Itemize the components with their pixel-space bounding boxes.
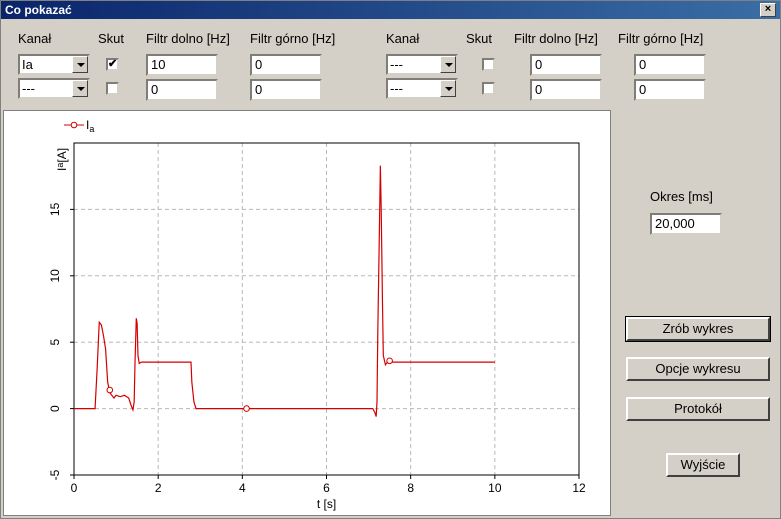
right-channel-value-2: --- [390,81,403,96]
left-channel-select-2[interactable]: --- [18,78,90,99]
period-label: Okres [ms] [650,189,713,204]
right-channel-select-1[interactable]: --- [386,54,458,75]
chart-svg: 0 2 4 6 8 10 12 -5 0 5 10 15 Ia Ia[A] t [s] [48,118,586,511]
y-tick-label: 5 [48,339,62,346]
protocol-button[interactable]: Protokół [626,397,770,421]
right-lowpass-input-2[interactable]: 0 [530,79,602,101]
dropdown-arrow-icon[interactable] [440,80,456,97]
y-tick-label: 15 [48,202,62,216]
make-chart-button[interactable]: Zrób wykres [625,316,771,342]
right-highpass-header: Filtr górno [Hz] [618,31,704,46]
legend-label: Ia [86,118,94,134]
right-skut-checkbox-2[interactable] [482,82,495,95]
series-marker [386,357,393,365]
right-lowpass-input-1[interactable]: 0 [530,54,602,76]
y-axis-label: Ia[A] [55,148,69,171]
period-input[interactable]: 20,000 [650,213,722,235]
left-highpass-header: Filtr górno [Hz] [250,31,336,46]
left-lowpass-input-2[interactable]: 0 [146,79,218,101]
right-channel-select-2[interactable]: --- [386,78,458,99]
left-channel-header: Kanał [18,31,52,46]
chart-panel: 0 2 4 6 8 10 12 -5 0 5 10 15 Ia Ia[A] t [s] [3,110,611,516]
dialog-window: Co pokazać × Kanał Skut Filtr dolno [Hz]… [0,0,781,519]
title-bar[interactable]: Co pokazać × [1,1,780,19]
x-tick-label: 10 [488,481,502,495]
left-channel-value-1: Ia [22,57,33,72]
left-skut-header: Skut [98,31,125,46]
x-axis-label: t [s] [317,497,336,511]
chart-options-button[interactable]: Opcje wykresu [626,357,770,381]
left-skut-checkbox-2[interactable] [106,82,119,95]
right-channel-header: Kanał [386,31,420,46]
series-line [74,165,495,417]
left-skut-checkbox-1[interactable]: ✔ [106,58,119,71]
series-marker [106,386,114,394]
dropdown-arrow-icon[interactable] [72,56,88,73]
left-channel-select-1[interactable]: Ia [18,54,90,75]
x-tick-label: 0 [71,481,78,495]
close-button[interactable]: × [760,3,776,17]
window-title: Co pokazać [5,3,72,17]
x-tick-label: 2 [155,481,162,495]
left-highpass-input-2[interactable]: 0 [250,79,322,101]
right-highpass-input-2[interactable]: 0 [634,79,706,101]
right-lowpass-header: Filtr dolno [Hz] [514,31,598,46]
right-highpass-input-1[interactable]: 0 [634,54,706,76]
right-skut-checkbox-1[interactable] [482,58,495,71]
y-tick-label: 0 [48,405,62,412]
dropdown-arrow-icon[interactable] [72,80,88,97]
y-tick-label: 10 [48,269,62,283]
left-lowpass-input-1[interactable]: 10 [146,54,218,76]
left-lowpass-header: Filtr dolno [Hz] [146,31,230,46]
x-tick-label: 8 [407,481,414,495]
exit-button[interactable]: Wyjście [666,453,740,477]
y-tick-label: -5 [48,469,62,480]
left-highpass-input-1[interactable]: 0 [250,54,322,76]
legend: Ia [64,118,94,134]
x-tick-label: 4 [239,481,246,495]
x-tick-label: 6 [323,481,330,495]
right-channel-value-1: --- [390,57,403,72]
right-skut-header: Skut [466,31,493,46]
dropdown-arrow-icon[interactable] [440,56,456,73]
left-channel-value-2: --- [22,81,35,96]
legend-marker [70,121,78,129]
series-marker [243,405,250,412]
x-tick-label: 12 [572,481,586,495]
